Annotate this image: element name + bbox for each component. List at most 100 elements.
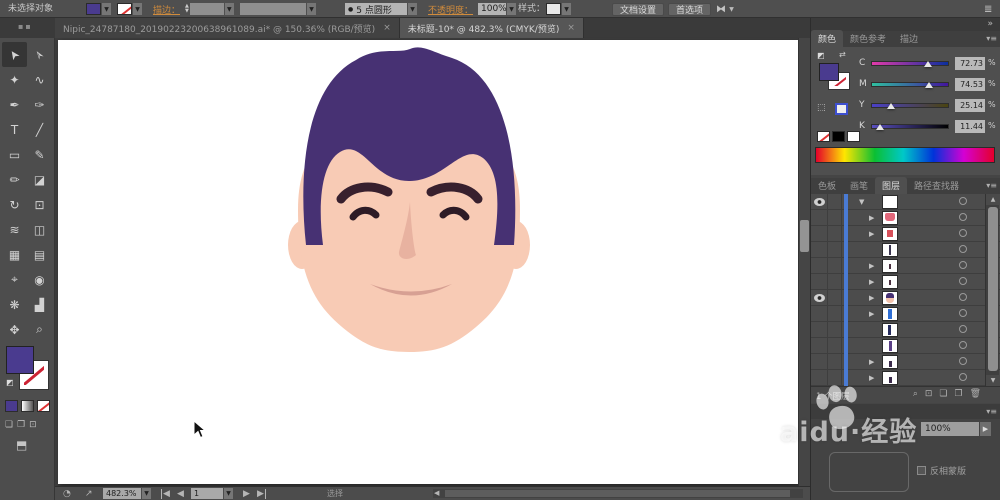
width-profile-dropdown-icon[interactable]: ▼	[307, 3, 316, 15]
layer-row-8[interactable]: ▶	[811, 306, 1000, 322]
lasso-tool[interactable]: ∿	[27, 67, 52, 92]
disclosure-triangle-icon[interactable]: ▼	[859, 198, 864, 206]
horizontal-scrollbar-thumb[interactable]	[445, 490, 790, 497]
fill-proxy-swatch[interactable]	[6, 346, 34, 374]
color-panel-menu-icon[interactable]: ▾≡	[986, 34, 997, 43]
lock-cell[interactable]	[828, 258, 842, 273]
layer-thumbnail[interactable]	[882, 370, 898, 385]
rectangle-tool[interactable]: ▭	[2, 142, 27, 167]
out-of-gamut-cube-icon[interactable]: ⬚	[817, 103, 826, 113]
layer-row-3[interactable]: ▶	[811, 226, 1000, 242]
target-circle-icon[interactable]	[959, 373, 967, 381]
selection-tool[interactable]: ➤	[2, 42, 27, 67]
target-circle-icon[interactable]	[959, 213, 967, 221]
screen-mode-icon[interactable]: ⬒	[16, 438, 27, 452]
width-profile-field[interactable]	[240, 3, 306, 15]
slider-thumb[interactable]	[875, 124, 884, 130]
transparency-panel-menu-icon[interactable]: ▾≡	[986, 407, 997, 416]
target-circle-icon[interactable]	[959, 341, 967, 349]
target-circle-icon[interactable]	[959, 325, 967, 333]
visibility-cell[interactable]	[811, 194, 828, 209]
collapse-panels-icon[interactable]: »	[987, 19, 993, 29]
fill-color-swatch[interactable]	[86, 3, 101, 15]
tab-画笔[interactable]: 画笔	[843, 177, 875, 194]
opacity-field[interactable]: 100%	[478, 3, 507, 15]
lock-cell[interactable]	[828, 354, 842, 369]
lock-cell[interactable]	[828, 338, 842, 353]
symbol-sprayer-tool[interactable]: ❋	[2, 292, 27, 317]
target-circle-icon[interactable]	[959, 261, 967, 269]
document-tab-2[interactable]: 未标题-10* @ 482.3% (CMYK/预览) ×	[399, 18, 584, 38]
blend-tool[interactable]: ◉	[27, 267, 52, 292]
default-fill-stroke-icon[interactable]: ◩	[6, 378, 14, 387]
tools-panel-grip[interactable]: ▪▪	[18, 22, 33, 31]
brush-definition-field[interactable]: ● 5 点圆形	[345, 3, 407, 16]
draw-inside-icon[interactable]: ⊡	[29, 420, 37, 430]
eraser-tool[interactable]: ◪	[27, 167, 52, 192]
artboard[interactable]	[58, 40, 798, 484]
lock-cell[interactable]	[828, 226, 842, 241]
pen-tool[interactable]: ✒	[2, 92, 27, 117]
opacity-dropdown-icon[interactable]: ▼	[507, 3, 516, 15]
white-swatch[interactable]	[847, 131, 860, 142]
next-artboard-icon[interactable]: ▶	[243, 489, 250, 499]
visibility-cell[interactable]	[811, 258, 828, 273]
tab-路径查找器[interactable]: 路径查找器	[907, 177, 966, 194]
rotate-tool[interactable]: ↻	[2, 192, 27, 217]
layer-row-2[interactable]: ▶	[811, 210, 1000, 226]
layer-thumbnail[interactable]	[882, 290, 898, 305]
tab-色板[interactable]: 色板	[811, 177, 843, 194]
target-circle-icon[interactable]	[959, 293, 967, 301]
channel-value-field[interactable]: 25.14	[955, 99, 985, 112]
layer-thumbnail[interactable]	[882, 194, 898, 209]
new-sublayer-icon[interactable]: ❏	[939, 389, 947, 399]
slider-thumb[interactable]	[886, 103, 895, 109]
draw-normal-icon[interactable]: ❏	[5, 420, 13, 430]
select-similar-dropdown-icon[interactable]: ▼	[727, 3, 736, 15]
layer-row-7[interactable]: ▶	[811, 290, 1000, 306]
layer-row-6[interactable]: ▶	[811, 274, 1000, 290]
style-dropdown-icon[interactable]: ▼	[562, 3, 571, 15]
layer-thumbnail[interactable]	[882, 322, 898, 337]
disclosure-triangle-icon[interactable]: ▶	[869, 294, 874, 302]
none-mode-button[interactable]	[37, 400, 50, 412]
disclosure-triangle-icon[interactable]: ▶	[869, 310, 874, 318]
tab-描边[interactable]: 描边	[893, 30, 925, 47]
draw-behind-icon[interactable]: ❐	[17, 420, 25, 430]
shape-builder-tool[interactable]: ◫	[27, 217, 52, 242]
type-tool[interactable]: T	[2, 117, 27, 142]
target-circle-icon[interactable]	[959, 309, 967, 317]
layers-scrollbar[interactable]: ▲ ▼	[985, 194, 1000, 386]
lock-cell[interactable]	[828, 306, 842, 321]
swap-fill-stroke-icon[interactable]: ⇄	[839, 50, 846, 59]
artboard-dropdown-icon[interactable]: ▼	[224, 488, 233, 499]
target-circle-icon[interactable]	[959, 229, 967, 237]
target-circle-icon[interactable]	[959, 197, 967, 205]
visibility-cell[interactable]	[811, 274, 828, 289]
visibility-cell[interactable]	[811, 242, 828, 257]
lock-cell[interactable]	[828, 322, 842, 337]
visibility-cell[interactable]	[811, 226, 828, 241]
transparency-value-field[interactable]: 100%	[921, 422, 979, 436]
new-layer-icon[interactable]: ❐	[954, 389, 962, 399]
direct-selection-tool[interactable]: ➢	[27, 42, 52, 67]
mini-default-fill-stroke-icon[interactable]: ◩	[817, 51, 825, 60]
layer-thumbnail[interactable]	[882, 354, 898, 369]
document-tab-1[interactable]: Nipic_24787180_20190223200638961089.ai* …	[55, 18, 400, 38]
layers-panel-menu-icon[interactable]: ▾≡	[986, 181, 997, 190]
eyedropper-tool[interactable]: ⌖	[2, 267, 27, 292]
tab-颜色参考[interactable]: 颜色参考	[843, 30, 893, 47]
lock-cell[interactable]	[828, 194, 842, 209]
disclosure-triangle-icon[interactable]: ▶	[869, 278, 874, 286]
zoom-tool[interactable]: ⌕	[27, 317, 52, 342]
layer-row-4[interactable]	[811, 242, 1000, 258]
stroke-dropdown-icon[interactable]: ▼	[133, 3, 142, 15]
tab-颜色[interactable]: 颜色	[811, 30, 844, 47]
fill-dropdown-icon[interactable]: ▼	[102, 3, 111, 15]
delete-layer-icon[interactable]: 🗑	[970, 389, 981, 399]
locate-object-icon[interactable]: ⌕	[913, 389, 918, 399]
visibility-cell[interactable]	[811, 210, 828, 225]
gradient-mode-button[interactable]	[21, 400, 34, 412]
preferences-button[interactable]: 首选项	[668, 2, 712, 16]
horizontal-scrollbar[interactable]: ◀	[433, 489, 803, 498]
